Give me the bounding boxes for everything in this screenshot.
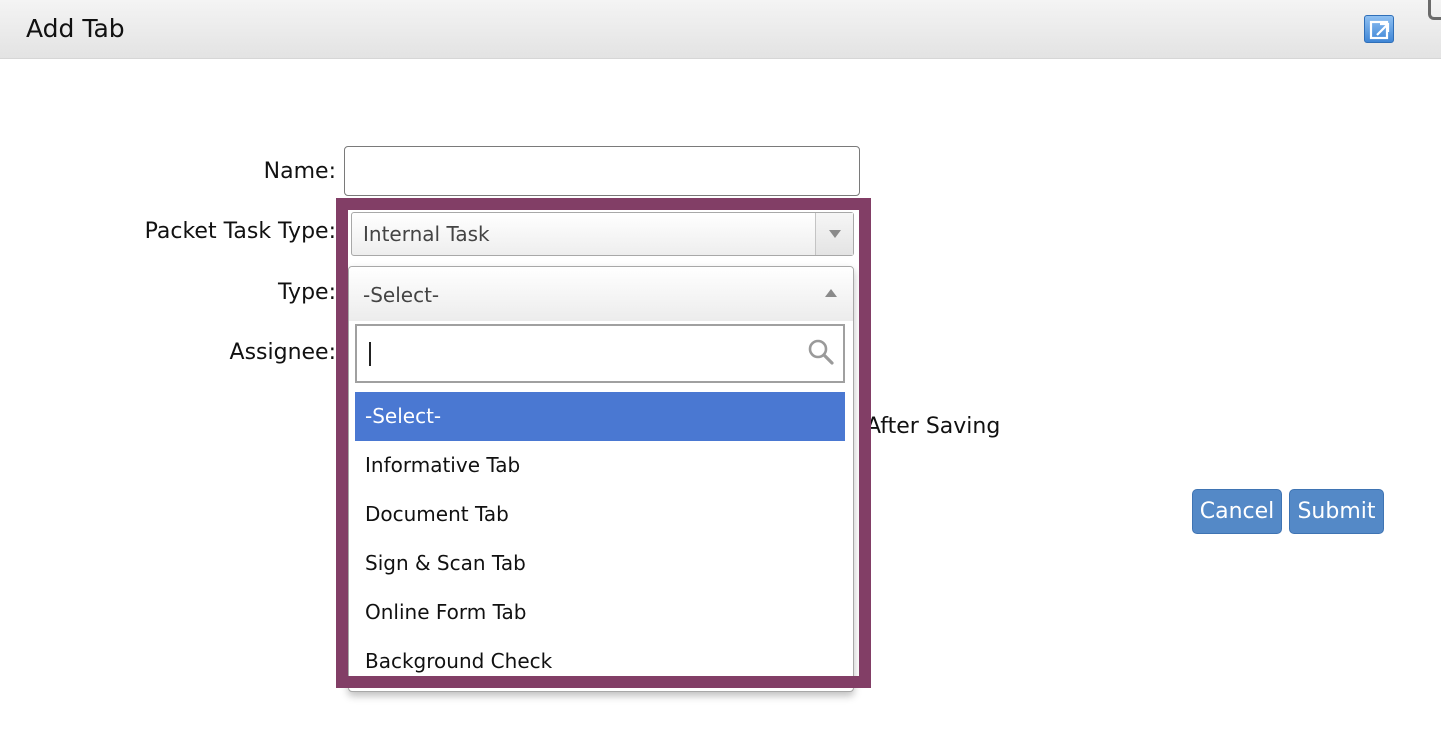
- type-search-box[interactable]: [355, 324, 845, 383]
- type-option-document-tab[interactable]: Document Tab: [355, 490, 845, 539]
- name-label: Name:: [263, 159, 336, 184]
- type-select[interactable]: -Select-: [349, 267, 853, 321]
- dialog-titlebar: Add Tab: [0, 0, 1441, 59]
- chevron-down-icon: [829, 230, 841, 238]
- type-options-list: -Select- Informative Tab Document Tab Si…: [355, 392, 845, 686]
- type-option-online-form-tab[interactable]: Online Form Tab: [355, 588, 845, 637]
- type-label: Type:: [278, 280, 336, 305]
- packet-task-type-label: Packet Task Type:: [144, 219, 336, 244]
- text-cursor: [369, 342, 371, 366]
- popout-icon[interactable]: [1364, 15, 1394, 43]
- packet-task-type-select[interactable]: Internal Task: [351, 212, 854, 256]
- type-select-value: -Select-: [363, 283, 440, 307]
- packet-task-type-value: Internal Task: [363, 222, 490, 246]
- cancel-button[interactable]: Cancel: [1192, 489, 1282, 534]
- search-icon: [808, 339, 834, 365]
- type-option-sign-scan-tab[interactable]: Sign & Scan Tab: [355, 539, 845, 588]
- type-option-background-check[interactable]: Background Check: [355, 637, 845, 686]
- submit-button[interactable]: Submit: [1289, 489, 1384, 534]
- window-corner-mark: [1428, 0, 1441, 20]
- type-option-select[interactable]: -Select-: [355, 392, 845, 441]
- dialog-title: Add Tab: [26, 14, 125, 43]
- type-search-input[interactable]: [357, 326, 797, 381]
- packet-task-type-arrow[interactable]: [815, 213, 853, 255]
- chevron-up-icon: [825, 289, 837, 297]
- assignee-label: Assignee:: [229, 340, 336, 365]
- type-option-informative-tab[interactable]: Informative Tab: [355, 441, 845, 490]
- type-dropdown[interactable]: -Select- -Select- Informative Tab Docume…: [348, 266, 854, 692]
- name-input[interactable]: [344, 146, 860, 196]
- after-saving-text: After Saving: [866, 414, 1001, 439]
